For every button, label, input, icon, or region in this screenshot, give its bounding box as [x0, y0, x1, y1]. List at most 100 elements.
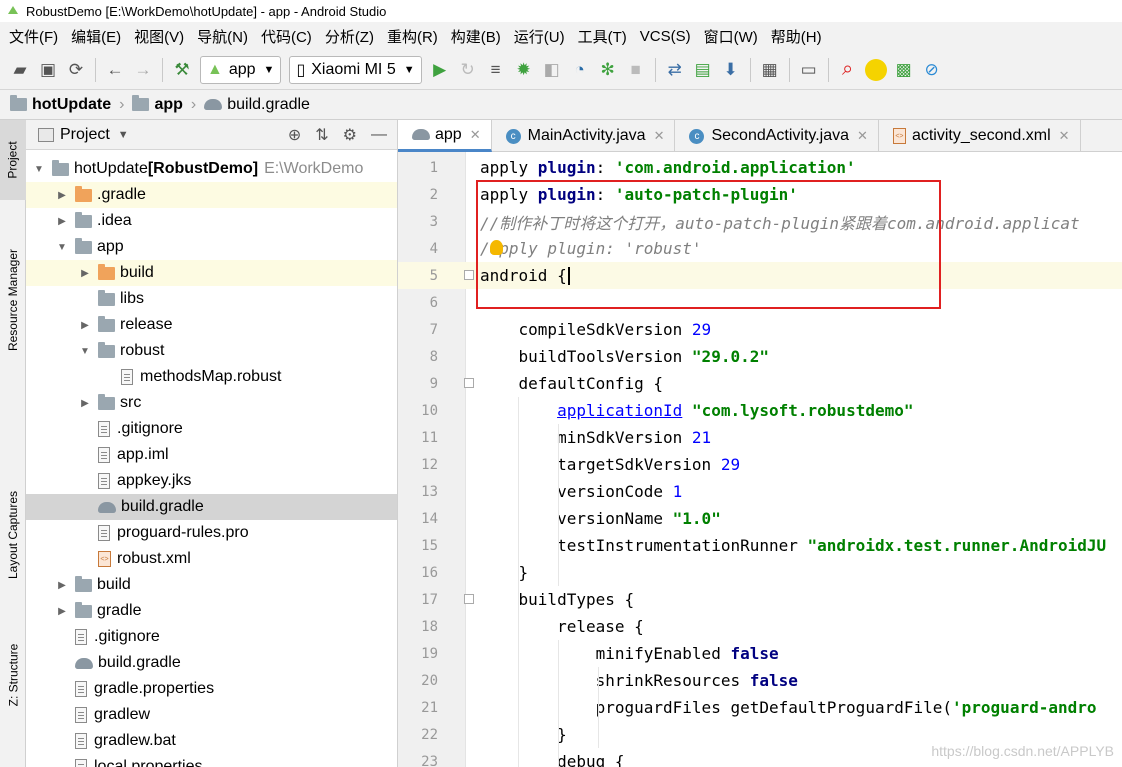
tree-item[interactable]: ▼ robust	[26, 338, 397, 364]
tree-item[interactable]: ▼ app	[26, 234, 397, 260]
expand-open-icon[interactable]: ▼	[78, 346, 92, 357]
tab-app[interactable]: app ✕	[398, 120, 492, 152]
tree-item[interactable]: methodsMap.robust	[26, 364, 397, 390]
chevron-down-icon[interactable]: ▼	[118, 129, 129, 141]
tab-layout-captures[interactable]: Layout Captures	[0, 470, 26, 600]
menu-item[interactable]: 编辑(E)	[66, 26, 126, 47]
run-icon[interactable]: ▶	[426, 56, 454, 84]
tree-item[interactable]: .gitignore	[26, 416, 397, 442]
tree-item[interactable]: ▶ gradle	[26, 598, 397, 624]
project-structure-icon[interactable]: ▦	[756, 56, 784, 84]
apply-changes-icon[interactable]: ↻	[454, 56, 482, 84]
tree-item[interactable]: ▶ build	[26, 260, 397, 286]
line-number: 23	[421, 753, 438, 767]
tree-item[interactable]: gradlew	[26, 702, 397, 728]
tree-item[interactable]: build.gradle	[26, 650, 397, 676]
tree-item[interactable]: appkey.jks	[26, 468, 397, 494]
run-config-select[interactable]: ▲ app ▼	[200, 55, 282, 84]
tab-project[interactable]: Project	[0, 120, 26, 200]
expand-closed-icon[interactable]: ▶	[55, 216, 69, 227]
project-view-select[interactable]: Project	[60, 126, 110, 144]
menu-item[interactable]: 构建(B)	[446, 26, 506, 47]
menu-item[interactable]: 重构(R)	[382, 26, 443, 47]
profile-icon[interactable]: ◔	[566, 56, 594, 84]
breadcrumb-item[interactable]: hotUpdate	[10, 95, 111, 114]
tree-item[interactable]: ▼ hotUpdate [RobustDemo] E:\WorkDemo	[26, 156, 397, 182]
expand-closed-icon[interactable]: ▶	[78, 268, 92, 279]
breadcrumb-item[interactable]: app	[132, 95, 183, 114]
menu-item[interactable]: 代码(C)	[256, 26, 317, 47]
tab-mainactivity-java[interactable]: c MainActivity.java ✕	[492, 120, 676, 152]
menu-item[interactable]: VCS(S)	[635, 28, 696, 45]
intention-bulb-icon[interactable]	[490, 240, 503, 255]
forward-icon[interactable]: →	[129, 56, 157, 84]
tree-item[interactable]: proguard-rules.pro	[26, 520, 397, 546]
stop-icon[interactable]: ■	[622, 56, 650, 84]
tree-item[interactable]: <> robust.xml	[26, 546, 397, 572]
make-project-icon[interactable]: ⚒	[168, 56, 196, 84]
apply-code-changes-icon[interactable]: ≡	[482, 56, 510, 84]
tree-item[interactable]: libs	[26, 286, 397, 312]
lightbulb-icon[interactable]	[862, 56, 890, 84]
menu-item[interactable]: 视图(V)	[129, 26, 189, 47]
gear-icon[interactable]: ⚙	[343, 125, 357, 145]
menu-item[interactable]: 运行(U)	[509, 26, 570, 47]
monitor-icon[interactable]: ▩	[890, 56, 918, 84]
expand-closed-icon[interactable]: ▶	[78, 398, 92, 409]
debug-icon[interactable]: ✹	[510, 56, 538, 84]
close-icon[interactable]: ✕	[857, 128, 868, 144]
expand-closed-icon[interactable]: ▶	[55, 606, 69, 617]
menu-item[interactable]: 分析(Z)	[320, 26, 379, 47]
menu-item[interactable]: 帮助(H)	[766, 26, 827, 47]
disable-icon[interactable]: ⊘	[918, 56, 946, 84]
expand-closed-icon[interactable]: ▶	[78, 320, 92, 331]
breadcrumb-item[interactable]: build.gradle	[204, 96, 310, 114]
tree-item[interactable]: local.properties	[26, 754, 397, 767]
tree-item[interactable]: ▶ release	[26, 312, 397, 338]
tab-resource-manager[interactable]: Resource Manager	[0, 230, 26, 370]
collapse-all-icon[interactable]: ⇅	[315, 125, 328, 145]
expand-open-icon[interactable]: ▼	[32, 164, 46, 175]
hide-icon[interactable]: —	[371, 126, 387, 144]
fold-marker-icon[interactable]	[464, 594, 474, 604]
gradle-sync-icon[interactable]: ⇄	[661, 56, 689, 84]
fold-marker-icon[interactable]	[464, 270, 474, 280]
menu-item[interactable]: 文件(F)	[4, 26, 63, 47]
close-icon[interactable]: ✕	[1059, 128, 1070, 144]
menu-item[interactable]: 窗口(W)	[699, 26, 763, 47]
open-folder-icon[interactable]: ▰	[6, 56, 34, 84]
tree-item[interactable]: ▶ src	[26, 390, 397, 416]
avd-manager-icon[interactable]: ▤	[689, 56, 717, 84]
tree-item[interactable]: ▶ .idea	[26, 208, 397, 234]
device-select[interactable]: ▯ Xiaomi MI 5 ▼	[289, 55, 422, 84]
attach-process-icon[interactable]: ✻	[594, 56, 622, 84]
attach-debugger-icon[interactable]: ◧	[538, 56, 566, 84]
tree-item[interactable]: .gitignore	[26, 624, 397, 650]
toolbar-divider	[749, 57, 751, 82]
sdk-manager-icon[interactable]: ⬇	[717, 56, 745, 84]
search-everywhere-icon[interactable]: ⌕	[834, 56, 862, 84]
tree-item[interactable]: gradle.properties	[26, 676, 397, 702]
sync-icon[interactable]: ⟳	[62, 56, 90, 84]
fold-marker-icon[interactable]	[464, 378, 474, 388]
tree-item[interactable]: gradlew.bat	[26, 728, 397, 754]
tree-item[interactable]: ▶ .gradle	[26, 182, 397, 208]
tree-item-label: .gitignore	[94, 628, 160, 645]
tab-secondactivity-java[interactable]: c SecondActivity.java ✕	[675, 120, 879, 152]
back-icon[interactable]: ←	[101, 56, 129, 84]
save-all-icon[interactable]: ▣	[34, 56, 62, 84]
expand-closed-icon[interactable]: ▶	[55, 580, 69, 591]
tree-item[interactable]: build.gradle	[26, 494, 397, 520]
menu-item[interactable]: 导航(N)	[192, 26, 253, 47]
tree-item[interactable]: app.iml	[26, 442, 397, 468]
tab-activity-second-xml[interactable]: <> activity_second.xml ✕	[879, 120, 1081, 152]
close-icon[interactable]: ✕	[470, 127, 481, 143]
expand-open-icon[interactable]: ▼	[55, 242, 69, 253]
tab-structure[interactable]: Z: Structure	[0, 625, 26, 725]
locate-icon[interactable]: ⊕	[288, 125, 301, 145]
terminal-icon[interactable]: ▭	[795, 56, 823, 84]
expand-closed-icon[interactable]: ▶	[55, 190, 69, 201]
close-icon[interactable]: ✕	[654, 128, 665, 144]
menu-item[interactable]: 工具(T)	[573, 26, 632, 47]
tree-item[interactable]: ▶ build	[26, 572, 397, 598]
